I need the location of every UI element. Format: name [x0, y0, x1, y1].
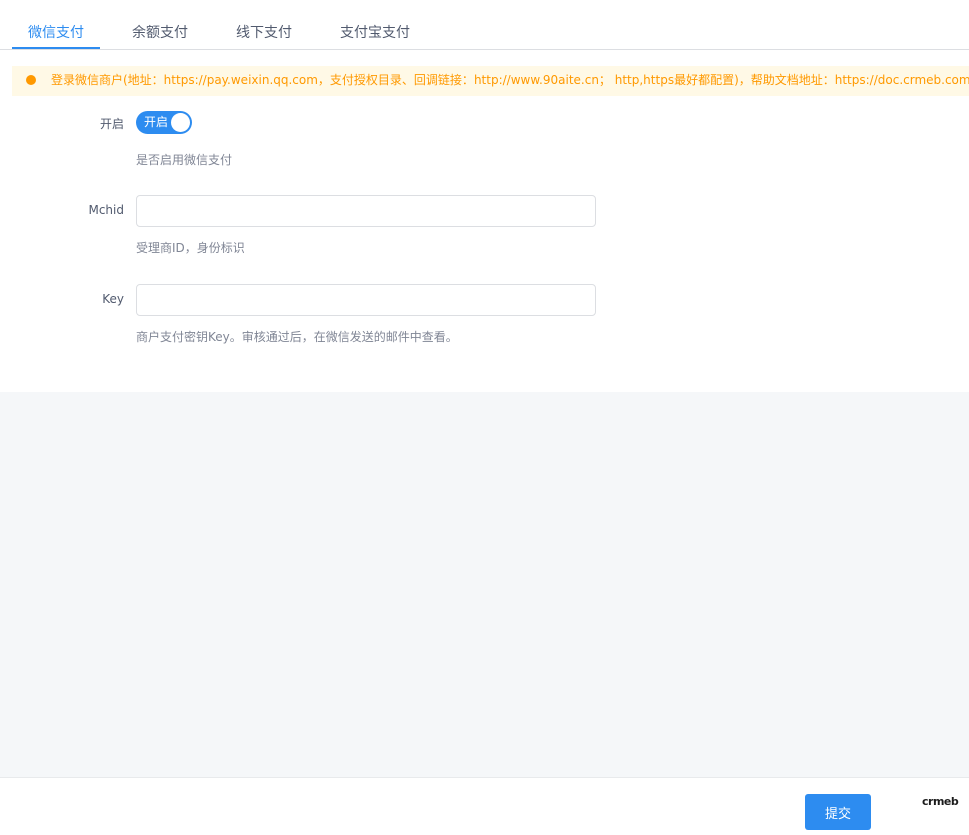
switch-knob	[171, 113, 190, 132]
switch-state-text: 开启	[144, 115, 169, 129]
enable-label: 开启	[99, 117, 124, 131]
warning-dot-icon	[26, 75, 36, 85]
payment-config-page: 微信支付 余额支付 线下支付 支付宝支付 登录微信商户(地址：https://p…	[0, 0, 969, 835]
submit-button[interactable]: 提交	[805, 794, 871, 830]
key-label: Key	[102, 292, 124, 306]
footer-bar: 提交 crmeb	[0, 777, 969, 835]
enable-hint: 是否启用微信支付	[136, 153, 233, 167]
active-tab-indicator	[12, 47, 100, 49]
mchid-label: Mchid	[88, 203, 124, 217]
mchid-hint: 受理商ID，身份标识	[136, 241, 245, 255]
mchid-input[interactable]	[136, 195, 596, 227]
tab-wechat-pay[interactable]: 微信支付	[28, 0, 84, 49]
info-alert: 登录微信商户(地址：https://pay.weixin.qq.com，支付授权…	[12, 66, 969, 96]
alert-message: 登录微信商户(地址：https://pay.weixin.qq.com，支付授权…	[51, 73, 969, 87]
enable-switch[interactable]: 开启	[136, 111, 192, 134]
payment-tabs: 微信支付 余额支付 线下支付 支付宝支付	[0, 0, 969, 50]
key-hint: 商户支付密钥Key。审核通过后，在微信发送的邮件中查看。	[136, 330, 458, 344]
tab-alipay[interactable]: 支付宝支付	[340, 0, 410, 49]
config-panel: 微信支付 余额支付 线下支付 支付宝支付 登录微信商户(地址：https://p…	[0, 0, 969, 392]
tab-balance-pay[interactable]: 余额支付	[132, 0, 188, 49]
key-input[interactable]	[136, 284, 596, 316]
crmeb-logo: crmeb	[922, 795, 959, 808]
tab-offline-pay[interactable]: 线下支付	[236, 0, 292, 49]
